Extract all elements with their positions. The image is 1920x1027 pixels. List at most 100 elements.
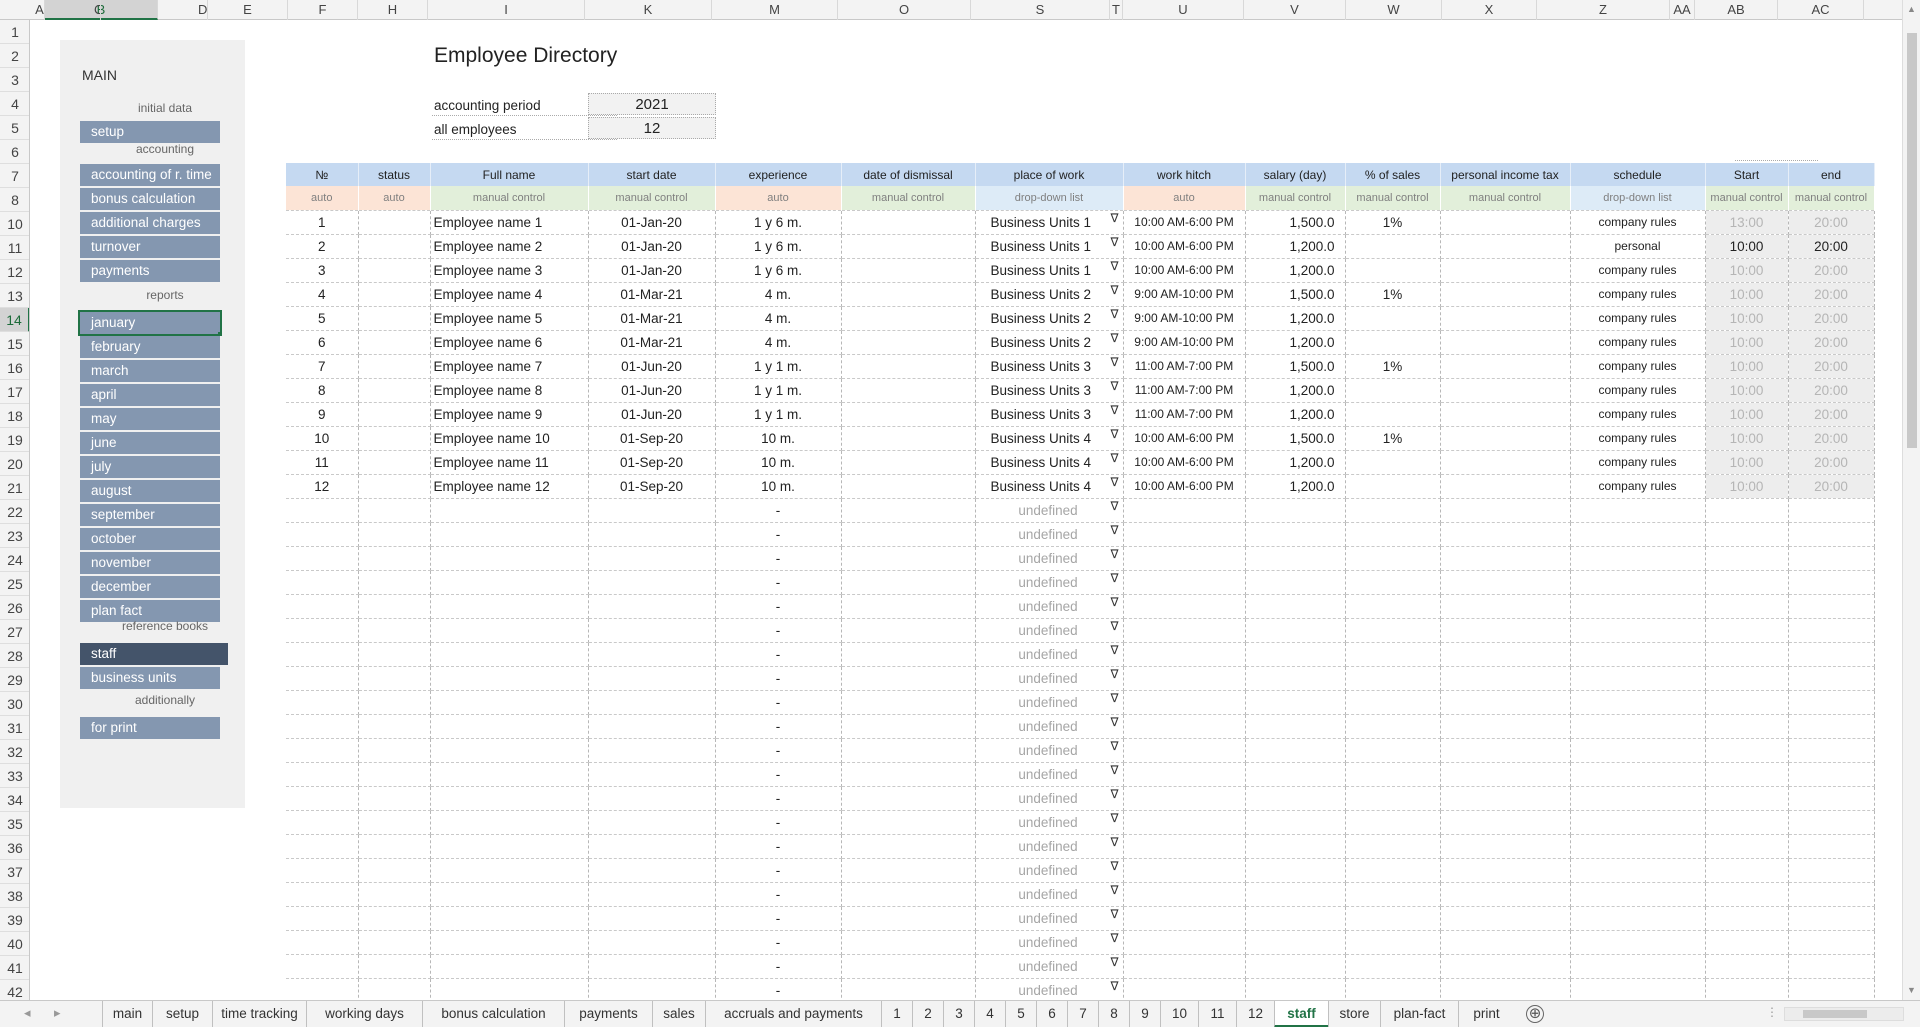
sidebar-item-november[interactable]: november [80,552,220,574]
cell-end-time[interactable] [1788,858,1875,883]
cell-work-hitch[interactable] [1123,738,1246,763]
cell-start-time[interactable] [1705,786,1789,811]
cell-dismissal-date[interactable] [841,282,976,307]
row-header-24[interactable]: 24 [0,548,29,572]
row-header-12[interactable]: 12 [0,260,29,284]
cell-place-of-work[interactable]: undefined ∇ [975,690,1124,715]
column-header-u[interactable]: U [1123,0,1244,20]
cell-salary[interactable] [1245,762,1346,787]
cell-schedule[interactable]: company rules [1570,306,1706,331]
cell-full-name[interactable]: Employee name 9 [430,402,589,427]
cell-salary[interactable] [1245,858,1346,883]
horizontal-scroll-thumb[interactable] [1803,1010,1867,1018]
row-header-20[interactable]: 20 [0,452,29,476]
cell-salary[interactable] [1245,930,1346,955]
cell-dismissal-date[interactable] [841,306,976,331]
cell-status[interactable] [358,690,431,715]
cell-dismissal-date[interactable] [841,258,976,283]
cell-place-of-work[interactable]: Business Units 3 ∇ [975,402,1124,427]
sidebar-item-march[interactable]: march [80,360,220,382]
cell-experience[interactable]: - [715,714,842,739]
cell-salary[interactable] [1245,546,1346,571]
cell-start-time[interactable]: 10:00 [1705,450,1789,475]
cell-full-name[interactable] [430,978,589,1000]
cell-end-time[interactable]: 20:00 [1788,426,1875,451]
cell-dismissal-date[interactable] [841,978,976,1000]
tab-store[interactable]: store [1328,1001,1380,1027]
cell-work-hitch[interactable] [1123,546,1246,571]
cell-start-time[interactable] [1705,738,1789,763]
cell-dismissal-date[interactable] [841,498,976,523]
cell-salary[interactable] [1245,570,1346,595]
row-header-5[interactable]: 5 [0,116,29,140]
cell-income-tax[interactable] [1440,306,1571,331]
cell-salary[interactable] [1245,642,1346,667]
row-header-34[interactable]: 34 [0,788,29,812]
tab-9[interactable]: 9 [1129,1001,1160,1027]
cell-experience[interactable]: 1 y 6 m. [715,210,842,235]
sidebar-item-additional-charges[interactable]: additional charges [80,212,220,234]
cell-number[interactable] [286,570,359,595]
cell-sales-percent[interactable] [1345,666,1441,691]
dropdown-arrow-icon[interactable]: ∇ [1110,979,1118,993]
cell-work-hitch[interactable] [1123,522,1246,547]
cell-dismissal-date[interactable] [841,714,976,739]
cell-sales-percent[interactable]: 1% [1345,426,1441,451]
cell-end-time[interactable] [1788,714,1875,739]
cell-salary[interactable] [1245,954,1346,979]
cell-number[interactable] [286,954,359,979]
cell-income-tax[interactable] [1440,258,1571,283]
dropdown-arrow-icon[interactable]: ∇ [1110,691,1118,705]
cell-full-name[interactable]: Employee name 5 [430,306,589,331]
cell-full-name[interactable] [430,594,589,619]
cell-full-name[interactable] [430,810,589,835]
cell-start-time[interactable]: 10:00 [1705,426,1789,451]
cell-dismissal-date[interactable] [841,906,976,931]
cell-work-hitch[interactable] [1123,618,1246,643]
cell-number[interactable]: 12 [286,474,359,499]
tab-bonus-calculation[interactable]: bonus calculation [422,1001,564,1027]
row-header-41[interactable]: 41 [0,956,29,980]
cell-place-of-work[interactable]: undefined ∇ [975,594,1124,619]
cell-status[interactable] [358,714,431,739]
cell-end-time[interactable] [1788,834,1875,859]
cell-number[interactable]: 5 [286,306,359,331]
tab-prev-icon[interactable]: ◂ [24,1005,31,1021]
cell-place-of-work[interactable]: undefined ∇ [975,762,1124,787]
cell-end-time[interactable] [1788,498,1875,523]
cell-dismissal-date[interactable] [841,738,976,763]
dropdown-arrow-icon[interactable]: ∇ [1110,307,1118,321]
cell-salary[interactable]: 1,500.0 [1245,354,1346,379]
cell-dismissal-date[interactable] [841,210,976,235]
cell-full-name[interactable] [430,642,589,667]
cell-schedule[interactable]: company rules [1570,282,1706,307]
cell-experience[interactable]: - [715,906,842,931]
cell-schedule[interactable]: company rules [1570,402,1706,427]
cell-place-of-work[interactable]: undefined ∇ [975,714,1124,739]
cell-schedule[interactable] [1570,954,1706,979]
cell-schedule[interactable] [1570,594,1706,619]
cell-status[interactable] [358,954,431,979]
dropdown-arrow-icon[interactable]: ∇ [1110,331,1118,345]
cell-start-date[interactable]: 01-Jun-20 [588,354,716,379]
cell-number[interactable] [286,666,359,691]
cell-schedule[interactable] [1570,546,1706,571]
cell-sales-percent[interactable] [1345,810,1441,835]
tab-staff[interactable]: staff [1274,1001,1328,1027]
cell-sales-percent[interactable] [1345,930,1441,955]
cell-number[interactable] [286,618,359,643]
cell-work-hitch[interactable] [1123,690,1246,715]
cell-work-hitch[interactable] [1123,498,1246,523]
tab-print[interactable]: print [1458,1001,1514,1027]
cell-income-tax[interactable] [1440,402,1571,427]
cell-place-of-work[interactable]: undefined ∇ [975,570,1124,595]
column-header-o[interactable]: O [838,0,971,20]
cell-dismissal-date[interactable] [841,762,976,787]
cell-number[interactable] [286,786,359,811]
cell-start-time[interactable] [1705,594,1789,619]
cell-schedule[interactable] [1570,618,1706,643]
cell-number[interactable] [286,906,359,931]
cell-full-name[interactable] [430,882,589,907]
row-header-11[interactable]: 11 [0,236,29,260]
cell-full-name[interactable]: Employee name 1 [430,210,589,235]
